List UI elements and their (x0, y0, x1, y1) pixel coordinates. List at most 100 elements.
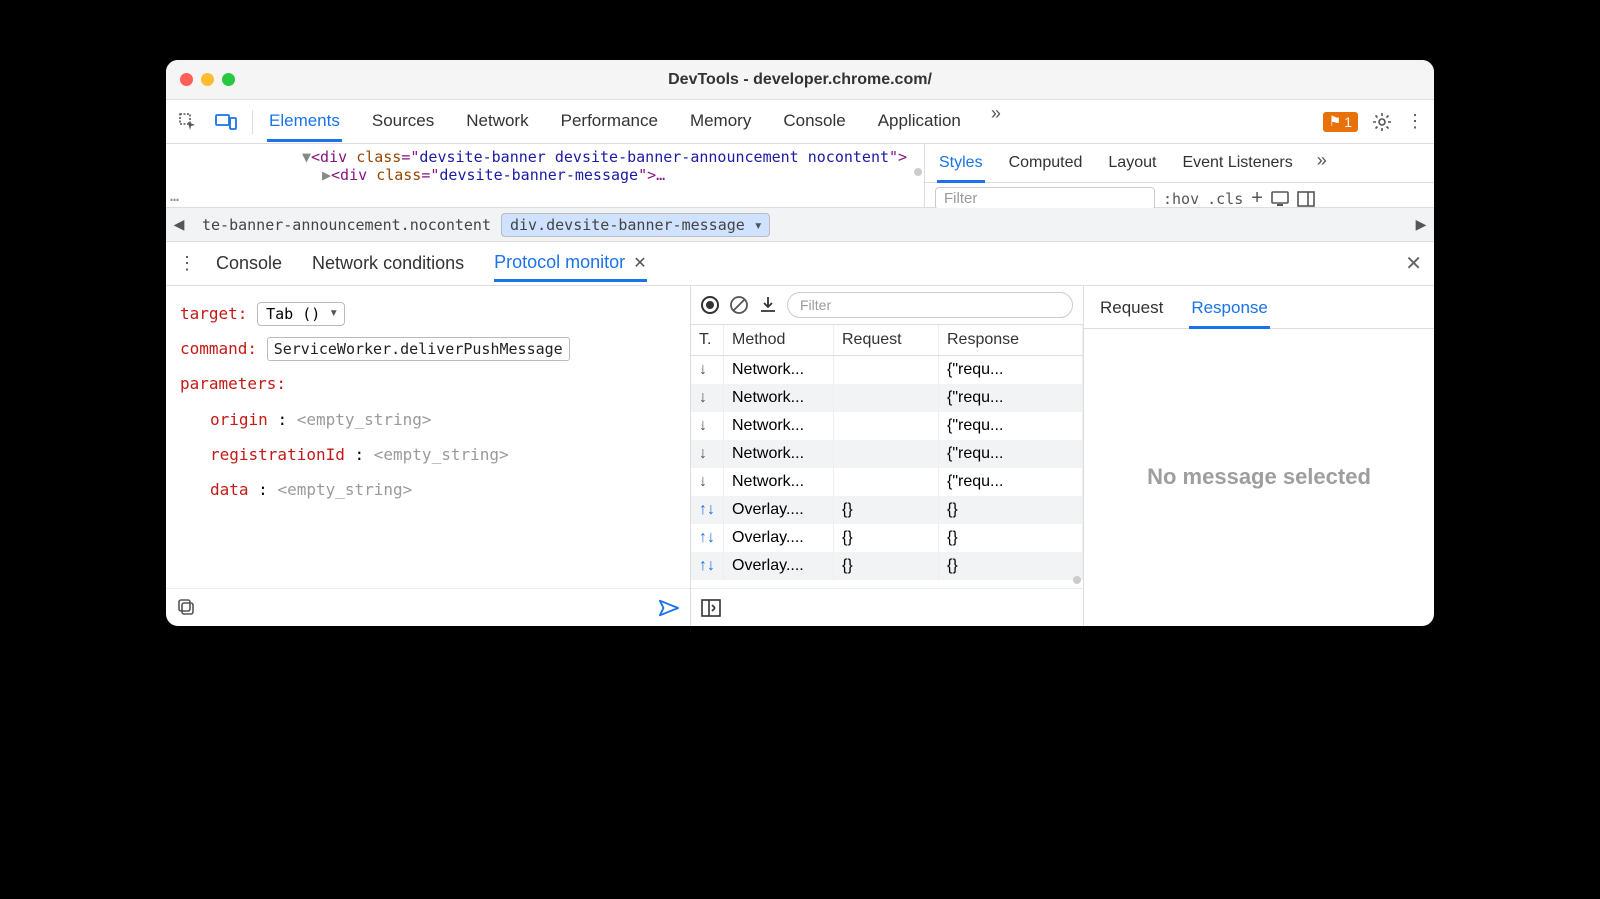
dom-tag: <div (311, 148, 356, 166)
drawer-tab-network-conditions[interactable]: Network conditions (312, 246, 464, 281)
inspect-element-icon[interactable] (176, 110, 200, 134)
row-request: {} (834, 524, 939, 552)
settings-icon[interactable] (1372, 112, 1392, 132)
command-editor: target: Tab () command: ServiceWorker.de… (166, 286, 691, 626)
separator (252, 110, 253, 134)
table-row[interactable]: ↑↓Overlay....{}{} (691, 524, 1083, 552)
row-response: {"requ... (939, 384, 1083, 412)
close-window-button[interactable] (180, 73, 193, 86)
expand-toggle-icon[interactable]: ▼ (302, 148, 311, 166)
subtab-computed[interactable]: Computed (1007, 150, 1085, 182)
table-row[interactable]: ↓Network...{"requ... (691, 412, 1083, 440)
drawer-tab-console[interactable]: Console (216, 246, 282, 281)
param-value[interactable]: <empty_string> (277, 480, 412, 499)
scrollbar-thumb[interactable] (914, 168, 922, 176)
message-filter-input[interactable]: Filter (787, 292, 1073, 318)
new-style-rule-icon[interactable]: + (1251, 187, 1263, 210)
device-toolbar-icon[interactable] (214, 110, 238, 134)
warnings-count: 1 (1344, 114, 1352, 130)
row-response: {} (939, 552, 1083, 580)
table-row[interactable]: ↓Network...{"requ... (691, 468, 1083, 496)
table-row[interactable]: ↑↓Overlay....{}{} (691, 496, 1083, 524)
close-tab-icon[interactable]: ✕ (633, 253, 646, 273)
close-drawer-icon[interactable]: ✕ (1405, 251, 1422, 276)
expand-toggle-icon[interactable]: ▶ (322, 166, 331, 184)
row-method: Network... (724, 412, 834, 440)
elements-tree[interactable]: ▼<div class="devsite-banner devsite-bann… (166, 144, 924, 207)
param-value[interactable]: <empty_string> (297, 410, 432, 429)
drawer-tabs: ⋮ Console Network conditions Protocol mo… (166, 242, 1434, 286)
ellipsis-icon: … (170, 187, 179, 205)
parameters-label: parameters: (180, 374, 286, 393)
detail-tab-response[interactable]: Response (1189, 294, 1270, 329)
tabs-overflow-icon[interactable]: » (991, 103, 1001, 141)
toggle-panel-icon[interactable] (1297, 191, 1315, 207)
breadcrumb-list: te-banner-announcement.nocontent div.dev… (192, 208, 1408, 241)
table-row[interactable]: ↓Network...{"requ... (691, 356, 1083, 385)
toggle-cls-button[interactable]: .cls (1207, 190, 1243, 208)
table-row[interactable]: ↓Network...{"requ... (691, 384, 1083, 412)
col-method[interactable]: Method (724, 325, 834, 356)
record-icon[interactable] (701, 296, 719, 314)
row-response: {"requ... (939, 412, 1083, 440)
scrollbar-thumb[interactable] (1073, 576, 1081, 584)
row-type: ↓ (691, 356, 724, 385)
dom-punct: "> (889, 148, 907, 166)
subtab-layout[interactable]: Layout (1106, 150, 1158, 182)
command-editor-footer (166, 588, 690, 626)
more-menu-icon[interactable]: ⋮ (1406, 111, 1424, 132)
warnings-badge[interactable]: ⚑1 (1323, 112, 1358, 132)
detail-tab-request[interactable]: Request (1098, 294, 1165, 328)
row-method: Overlay.... (724, 496, 834, 524)
subtabs-overflow-icon[interactable]: » (1317, 150, 1327, 182)
drawer-tab-protocol-monitor[interactable]: Protocol monitor ✕ (494, 246, 646, 282)
copy-icon[interactable] (176, 597, 198, 619)
target-select[interactable]: Tab () (257, 302, 345, 326)
row-type: ↓ (691, 468, 724, 496)
toggle-hov-button[interactable]: :hov (1163, 190, 1199, 208)
dom-breadcrumb: ◀ te-banner-announcement.nocontent div.d… (166, 208, 1434, 242)
row-request (834, 468, 939, 496)
breadcrumb-item[interactable]: te-banner-announcement.nocontent (192, 210, 501, 240)
breadcrumb-scroll-left-icon[interactable]: ◀ (166, 208, 192, 241)
message-detail: Request Response No message selected (1084, 286, 1434, 626)
tab-application[interactable]: Application (876, 103, 963, 141)
command-input[interactable]: ServiceWorker.deliverPushMessage (267, 337, 570, 361)
send-command-icon[interactable] (658, 597, 680, 619)
empty-state-message: No message selected (1084, 329, 1434, 626)
col-type[interactable]: T. (691, 325, 724, 356)
tab-network[interactable]: Network (464, 103, 530, 141)
download-icon[interactable] (759, 295, 777, 315)
col-response[interactable]: Response (939, 325, 1083, 356)
breadcrumb-scroll-right-icon[interactable]: ▶ (1408, 208, 1434, 241)
param-value[interactable]: <empty_string> (374, 445, 509, 464)
table-row[interactable]: ↑↓Overlay....{}{} (691, 552, 1083, 580)
row-request (834, 412, 939, 440)
dom-punct: ">… (638, 166, 665, 184)
table-row[interactable]: ↓Network...{"requ... (691, 440, 1083, 468)
detail-tabs: Request Response (1084, 286, 1434, 329)
tab-performance[interactable]: Performance (559, 103, 660, 141)
param-name: origin (210, 410, 268, 429)
maximize-window-button[interactable] (222, 73, 235, 86)
minimize-window-button[interactable] (201, 73, 214, 86)
param-name: registrationId (210, 445, 345, 464)
tab-elements[interactable]: Elements (267, 103, 342, 142)
subtab-styles[interactable]: Styles (937, 150, 985, 183)
tab-memory[interactable]: Memory (688, 103, 753, 141)
tab-console[interactable]: Console (781, 103, 847, 141)
row-response: {"requ... (939, 468, 1083, 496)
tab-sources[interactable]: Sources (370, 103, 436, 141)
styles-filter-input[interactable]: Filter (935, 187, 1155, 210)
toggle-sidebar-icon[interactable] (701, 599, 721, 617)
drawer-more-icon[interactable]: ⋮ (178, 253, 196, 274)
command-label: command: (180, 339, 257, 358)
breadcrumb-item[interactable]: div.devsite-banner-message (501, 213, 770, 237)
dom-attr-value: devsite-banner-message (439, 166, 638, 184)
subtab-event-listeners[interactable]: Event Listeners (1180, 150, 1294, 182)
device-preview-icon[interactable] (1271, 191, 1289, 207)
col-request[interactable]: Request (834, 325, 939, 356)
row-request (834, 440, 939, 468)
target-label: target: (180, 304, 247, 323)
clear-icon[interactable] (729, 295, 749, 315)
